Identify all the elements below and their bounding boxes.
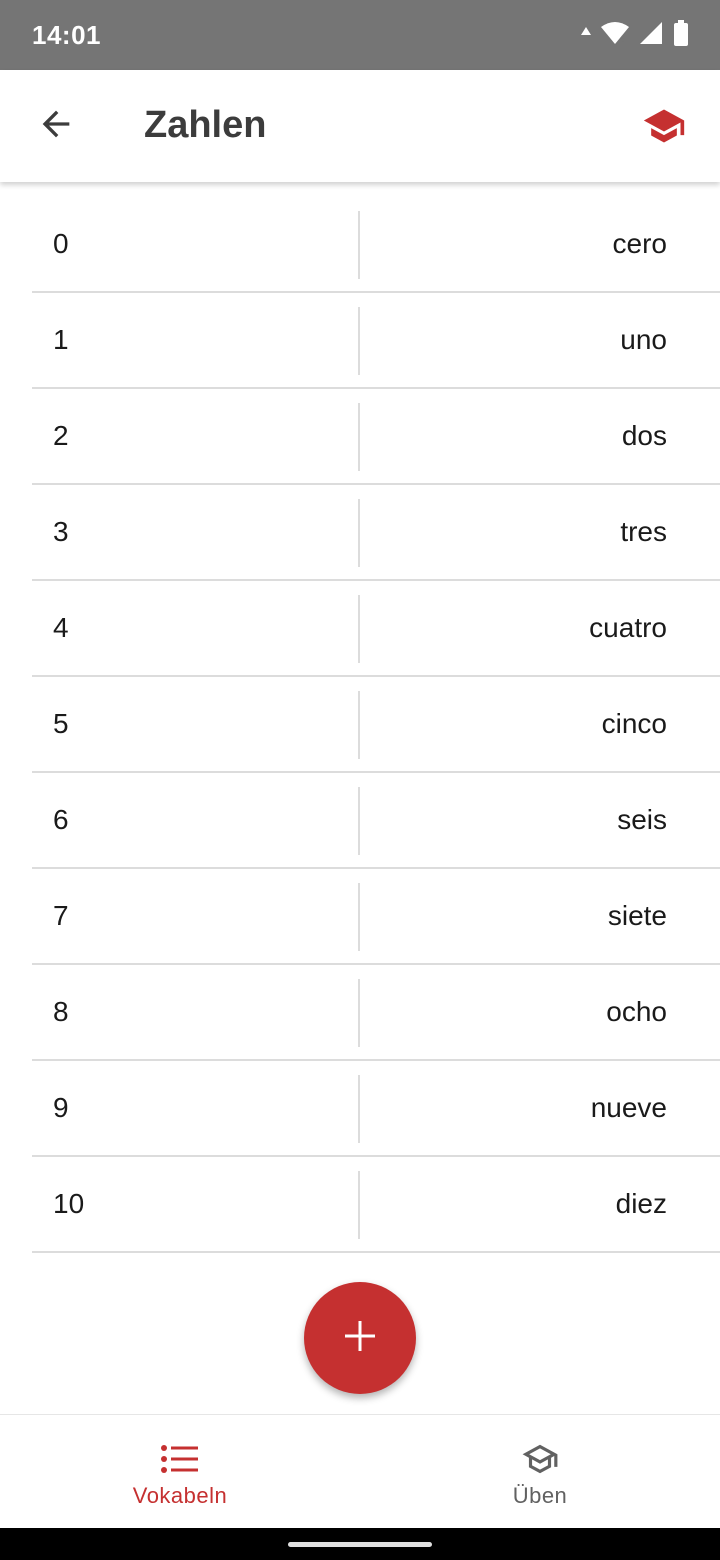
vocab-translation: nueve	[590, 1092, 667, 1123]
vocab-translation: cuatro	[589, 612, 667, 643]
vocab-term: 5	[53, 708, 69, 739]
column-divider	[358, 211, 360, 279]
vocab-row[interactable]: 4 cuatro	[32, 581, 720, 677]
vocab-term: 4	[53, 612, 69, 643]
list-icon	[160, 1439, 200, 1479]
vocab-row[interactable]: 6 seis	[32, 773, 720, 869]
school-icon	[639, 104, 689, 153]
svg-text:4: 4	[619, 35, 625, 45]
arrow-back-icon	[36, 104, 76, 149]
column-divider	[358, 499, 360, 567]
column-divider	[358, 1075, 360, 1143]
cell-signal-icon	[638, 20, 664, 51]
vocab-translation: dos	[621, 420, 667, 451]
bottom-nav: Vokabeln Üben	[0, 1414, 720, 1528]
vocab-row[interactable]: 5 cinco	[32, 677, 720, 773]
data-arrow-icon	[580, 26, 592, 45]
nav-item-vokabeln[interactable]: Vokabeln	[0, 1415, 360, 1528]
column-divider	[358, 691, 360, 759]
vocab-row[interactable]: 7 siete	[32, 869, 720, 965]
system-nav-bar	[0, 1528, 720, 1560]
column-divider	[358, 403, 360, 471]
vocab-term: 1	[53, 324, 69, 355]
back-button[interactable]	[30, 102, 82, 150]
nav-label-ueben: Üben	[512, 1482, 568, 1508]
column-divider	[358, 787, 360, 855]
status-icons: 4	[580, 19, 690, 52]
battery-icon	[672, 19, 690, 52]
nav-label-vokabeln: Vokabeln	[132, 1482, 228, 1508]
vocab-translation: cero	[612, 228, 667, 259]
column-divider	[358, 307, 360, 375]
vocab-row[interactable]: 2 dos	[32, 389, 720, 485]
add-vocab-button[interactable]	[304, 1282, 416, 1394]
vocab-term: 7	[53, 900, 69, 931]
vocab-translation: tres	[620, 516, 667, 547]
vocab-row[interactable]: 10 diez	[32, 1157, 720, 1253]
vocab-term: 8	[53, 996, 69, 1027]
nav-item-ueben[interactable]: Üben	[360, 1415, 720, 1528]
vocab-term: 3	[53, 516, 69, 547]
status-time: 14:01	[32, 19, 101, 50]
vocab-translation: diez	[615, 1188, 667, 1219]
vocab-row[interactable]: 3 tres	[32, 485, 720, 581]
column-divider	[358, 1171, 360, 1239]
vocab-translation: uno	[620, 324, 667, 355]
vocab-row[interactable]: 1 uno	[32, 293, 720, 389]
practice-button[interactable]	[636, 104, 692, 152]
vocab-term: 6	[53, 804, 69, 835]
home-handle[interactable]	[288, 1542, 432, 1547]
school-icon	[518, 1439, 562, 1479]
vocab-row[interactable]: 8 ocho	[32, 965, 720, 1061]
page-title: Zahlen	[144, 104, 267, 146]
wifi-icon: 4	[600, 20, 630, 51]
vocab-term: 2	[53, 420, 69, 451]
app-bar: Zahlen	[0, 70, 720, 182]
column-divider	[358, 979, 360, 1047]
vocab-list: 0 cero 1 uno 2 dos 3 tres 4 cuatro 5 cin…	[32, 197, 720, 1253]
vocab-translation: cinco	[601, 708, 667, 739]
column-divider	[358, 883, 360, 951]
vocab-term: 0	[53, 228, 69, 259]
vocab-translation: siete	[607, 900, 667, 931]
status-bar: 14:01 4	[0, 0, 720, 70]
vocab-translation: ocho	[606, 996, 667, 1027]
vocab-term: 10	[53, 1188, 85, 1219]
vocab-row[interactable]: 9 nueve	[32, 1061, 720, 1157]
vocab-translation: seis	[617, 804, 667, 835]
vocab-row[interactable]: 0 cero	[32, 197, 720, 293]
vocab-term: 9	[53, 1092, 69, 1123]
column-divider	[358, 595, 360, 663]
plus-icon	[343, 1319, 377, 1358]
